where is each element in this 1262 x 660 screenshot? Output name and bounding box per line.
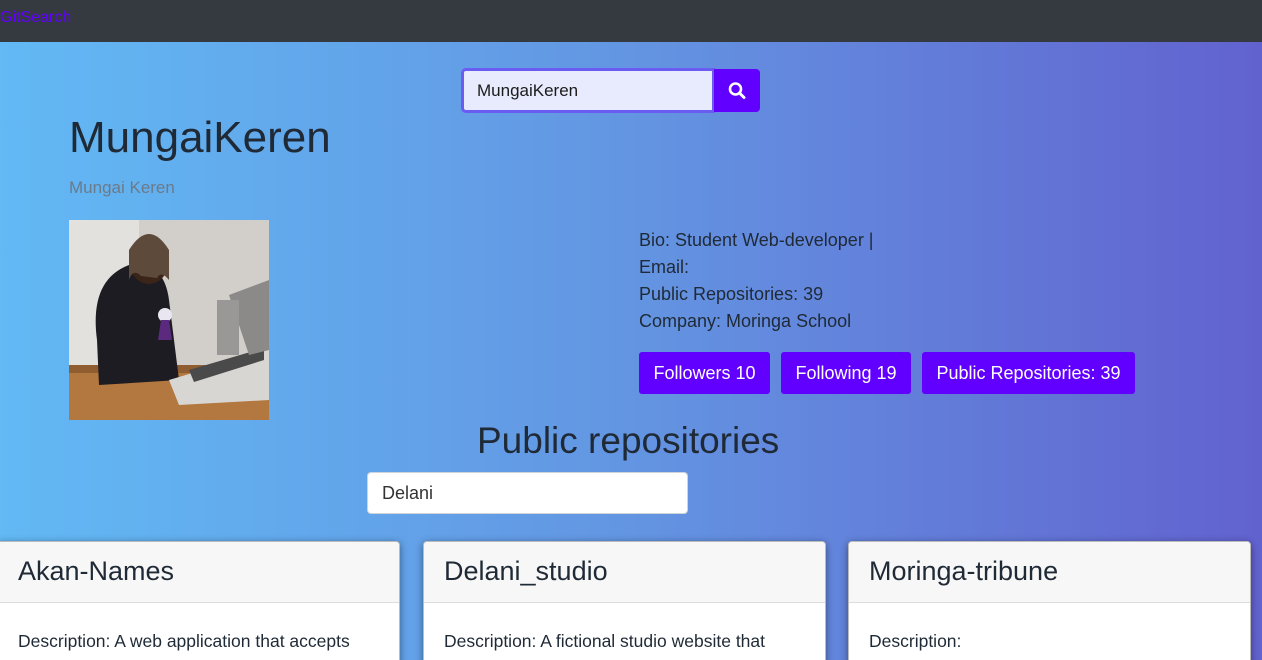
repo-card[interactable]: Akan-Names Description: A web applicatio… (0, 541, 400, 660)
repo-card[interactable]: Moringa-tribune Description: (848, 541, 1251, 660)
repo-filter-input[interactable] (367, 472, 688, 514)
search-icon (728, 82, 746, 99)
navbar: GitSearch (0, 0, 1262, 42)
public-repos-button[interactable]: Public Repositories: 39 (922, 352, 1135, 394)
profile-email: Email: (639, 257, 690, 277)
followers-button[interactable]: Followers 10 (639, 352, 770, 394)
repo-card[interactable]: Delani_studio Description: A fictional s… (423, 541, 826, 660)
profile-username: MungaiKeren (69, 113, 331, 162)
search-button[interactable] (714, 69, 760, 112)
repo-name: Delani_studio (424, 542, 825, 603)
profile-public-repos: Public Repositories: 39 (639, 284, 824, 304)
repo-name: Akan-Names (0, 542, 399, 603)
repo-name: Moringa-tribune (849, 542, 1250, 603)
repo-description: Description: A fictional studio website … (444, 631, 766, 651)
profile-company: Company: Moringa School (639, 311, 852, 331)
avatar (69, 220, 269, 420)
following-button[interactable]: Following 19 (781, 352, 911, 394)
repo-description: Description: (869, 631, 962, 651)
repos-heading: Public repositories (477, 420, 780, 461)
profile-name: Mungai Keren (69, 178, 175, 197)
user-search-input[interactable] (461, 68, 715, 113)
repo-description: Description: A web application that acce… (18, 631, 350, 651)
brand-link[interactable]: GitSearch (0, 9, 71, 27)
profile-info: Bio: Student Web-developer | Email: Publ… (639, 227, 873, 335)
profile-bio: Bio: Student Web-developer | (639, 230, 874, 250)
